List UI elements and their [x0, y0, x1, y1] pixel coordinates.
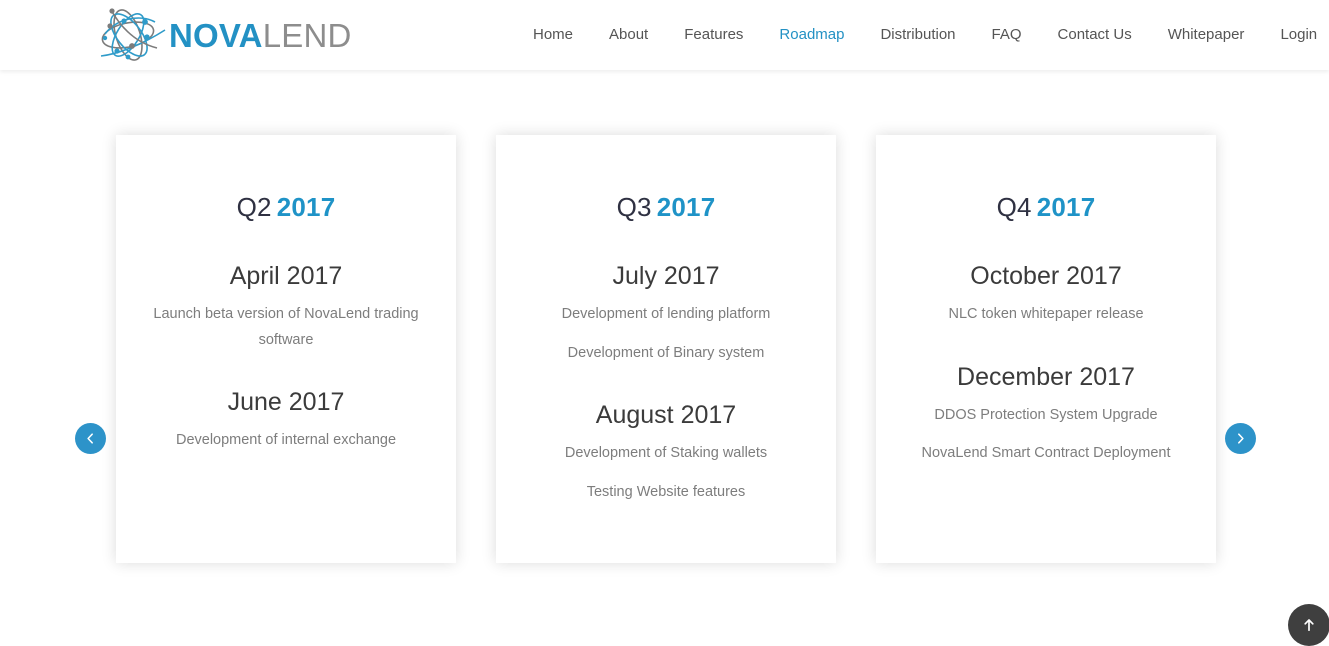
roadmap-milestone: October 2017 NLC token whitepaper releas…: [894, 261, 1198, 328]
nav-item-contact-us[interactable]: Contact Us: [1040, 0, 1150, 70]
brand-wordmark-secondary: LEND: [262, 16, 352, 54]
carousel-next-button[interactable]: [1225, 423, 1256, 454]
roadmap-card-year: 2017: [656, 192, 716, 222]
scroll-to-top-button[interactable]: [1288, 604, 1329, 646]
brand-wordmark-primary: NOVA: [169, 16, 263, 54]
nav-item-faq[interactable]: FAQ: [974, 0, 1040, 70]
milestone-date: April 2017: [229, 262, 343, 291]
roadmap-milestone: April 2017 Launch beta version of NovaLe…: [134, 261, 438, 353]
brand-logo-link[interactable]: NOVALEND: [95, 4, 352, 66]
roadmap-card-year: 2017: [1036, 192, 1096, 222]
nav-item-login[interactable]: Login: [1262, 0, 1329, 70]
milestone-date: October 2017: [970, 262, 1122, 291]
roadmap-cards-track: Q2 2017 April 2017 Launch beta version of…: [116, 135, 1216, 563]
roadmap-card: Q3 2017 July 2017 Development of lending …: [496, 135, 836, 563]
nav-item-about[interactable]: About: [591, 0, 666, 70]
nav-item-whitepaper[interactable]: Whitepaper: [1150, 0, 1263, 70]
nav-item-features[interactable]: Features: [666, 0, 761, 70]
roadmap-card-quarter: Q3: [616, 192, 652, 222]
roadmap-card-title: Q4 2017: [894, 135, 1198, 223]
roadmap-section: Q2 2017 April 2017 Launch beta version of…: [0, 70, 1329, 631]
milestone-item: NovaLend Smart Contract Deployment: [921, 445, 1171, 462]
milestone-item: Launch beta version of NovaLend trading …: [153, 306, 419, 348]
milestone-item: Development of Staking wallets: [564, 445, 768, 462]
nav-item-roadmap[interactable]: Roadmap: [761, 0, 862, 70]
roadmap-carousel: Q2 2017 April 2017 Launch beta version of…: [0, 70, 1329, 631]
milestone-date: December 2017: [957, 362, 1135, 391]
roadmap-milestone: June 2017 Development of internal exchan…: [134, 387, 438, 454]
site-header: NOVALEND Home About Features Roadmap Dis…: [0, 0, 1329, 70]
milestone-item: DDOS Protection System Upgrade: [934, 407, 1158, 424]
roadmap-card-year: 2017: [276, 192, 336, 222]
roadmap-card: Q4 2017 October 2017 NLC token whitepaper…: [876, 135, 1216, 563]
chevron-left-icon: [87, 433, 93, 444]
roadmap-milestone: December 2017 DDOS Protection System Upg…: [894, 362, 1198, 467]
roadmap-card-quarter: Q4: [996, 192, 1032, 222]
milestone-date: June 2017: [227, 388, 345, 417]
milestone-item: Development of lending platform: [561, 306, 771, 323]
roadmap-card-title: Q3 2017: [514, 135, 818, 223]
novalend-network-logo-icon: [100, 8, 166, 61]
milestone-item: NLC token whitepaper release: [948, 306, 1144, 323]
milestone-item: Development of Binary system: [567, 344, 765, 361]
milestone-item: Development of internal exchange: [175, 432, 397, 449]
brand-wordmark: NOVALEND: [169, 19, 352, 52]
main-navigation: Home About Features Roadmap Distribution…: [515, 0, 1329, 70]
roadmap-card-title: Q2 2017: [134, 135, 438, 223]
roadmap-card: Q2 2017 April 2017 Launch beta version of…: [116, 135, 456, 563]
nav-item-home[interactable]: Home: [515, 0, 591, 70]
milestone-date: August 2017: [595, 401, 737, 430]
roadmap-milestone: August 2017 Development of Staking walle…: [514, 400, 818, 505]
chevron-right-icon: [1238, 433, 1244, 444]
roadmap-milestone: July 2017 Development of lending platfor…: [514, 261, 818, 366]
carousel-prev-button[interactable]: [75, 423, 106, 454]
roadmap-card-quarter: Q2: [236, 192, 272, 222]
milestone-date: July 2017: [612, 262, 720, 291]
milestone-item: Testing Website features: [586, 483, 746, 500]
nav-item-distribution[interactable]: Distribution: [862, 0, 973, 70]
